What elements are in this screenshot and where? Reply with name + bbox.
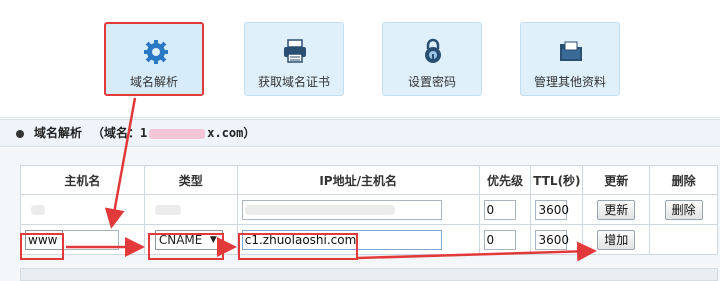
existing-host-cell <box>20 194 145 225</box>
existing-type-cell <box>143 194 238 225</box>
new-ttl-cell: 3600 <box>530 224 584 255</box>
dropdown-arrow-icon: ▼ <box>209 234 217 245</box>
new-value-input[interactable]: c1.zhuolaoshi.com <box>241 229 442 250</box>
tile-label: 设置密码 <box>407 75 456 89</box>
table-header-row: 主机名 类型 IP地址/主机名 优先级 TTL(秒) 更新 删除 <box>20 165 718 195</box>
redacted-value <box>244 204 395 215</box>
existing-value-input[interactable] <box>241 199 442 220</box>
new-priority-cell: 0 <box>478 224 532 255</box>
dns-record-table: 主机名 类型 IP地址/主机名 优先级 TTL(秒) 更新 删除 0 3600 … <box>20 165 718 255</box>
table-row: 0 3600 更新 删除 <box>20 194 718 225</box>
domain-label: （域名：1 x.com） <box>92 126 256 140</box>
type-select[interactable]: CNAME ▼ <box>154 229 223 250</box>
header-value: IP地址/主机名 <box>236 165 480 195</box>
new-ttl-input[interactable]: 3600 <box>535 229 569 250</box>
tile-manage-profile[interactable]: 管理其他资料 <box>520 22 620 96</box>
redacted-type <box>154 205 181 215</box>
new-value-cell: c1.zhuolaoshi.com <box>236 224 480 255</box>
table-row-new: www CNAME ▼ c1.zhuolaoshi.com 0 3600 增加 <box>20 224 718 255</box>
section-header: 域名解析 （域名：1 x.com） <box>0 119 720 147</box>
header-type: 类型 <box>143 165 238 195</box>
header-delete: 删除 <box>649 165 718 195</box>
tile-domain-resolution[interactable]: 域名解析 <box>104 22 204 96</box>
header-priority: 优先级 <box>478 165 532 195</box>
add-button[interactable]: 增加 <box>597 229 636 250</box>
new-host-input-extension[interactable] <box>63 229 119 250</box>
toolbar: 域名解析 获取域名证书 设置密码 管理其他资料 <box>0 0 720 118</box>
tile-label: 管理其他资料 <box>533 75 606 89</box>
new-add-cell: 增加 <box>582 224 651 255</box>
new-priority-input[interactable]: 0 <box>483 229 516 250</box>
gear-icon <box>144 40 168 64</box>
existing-ttl-input[interactable]: 3600 <box>535 199 569 220</box>
bullet-icon <box>16 130 24 138</box>
tile-label: 获取域名证书 <box>257 75 330 89</box>
update-button[interactable]: 更新 <box>597 199 636 220</box>
header-host: 主机名 <box>20 165 145 195</box>
folder-icon <box>560 41 582 61</box>
existing-priority-cell: 0 <box>478 194 532 225</box>
table-footer <box>20 268 718 281</box>
header-ttl: TTL(秒) <box>530 165 584 195</box>
tile-set-password[interactable]: 设置密码 <box>382 22 482 96</box>
existing-update-cell: 更新 <box>582 194 651 225</box>
lock-icon <box>425 38 441 63</box>
redacted-host <box>31 205 45 215</box>
redacted-domain <box>149 128 206 139</box>
existing-value-cell <box>236 194 480 225</box>
new-host-cell: www <box>20 224 145 255</box>
header-update: 更新 <box>582 165 651 195</box>
section-title: 域名解析 <box>34 126 83 140</box>
printer-icon <box>284 39 306 63</box>
existing-ttl-cell: 3600 <box>530 194 584 225</box>
existing-priority-input[interactable]: 0 <box>483 199 516 220</box>
new-type-cell: CNAME ▼ <box>143 224 238 255</box>
new-empty-cell <box>649 224 718 255</box>
new-host-input[interactable]: www <box>25 229 63 250</box>
type-select-value: CNAME <box>158 232 203 247</box>
existing-delete-cell: 删除 <box>649 194 718 225</box>
tile-label: 域名解析 <box>129 75 178 89</box>
delete-button[interactable]: 删除 <box>664 199 703 220</box>
tile-get-certificate[interactable]: 获取域名证书 <box>244 22 344 96</box>
